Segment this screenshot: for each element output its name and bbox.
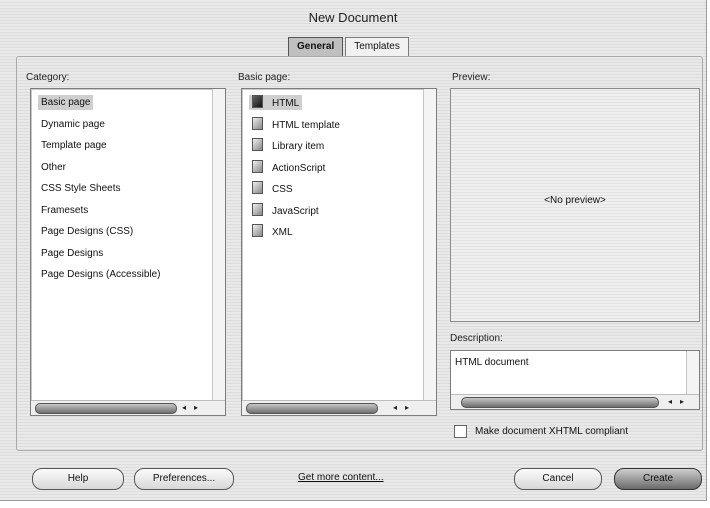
basic-page-scroll-left-arrow-icon[interactable]: ◂ [390, 402, 400, 413]
basic-page-item-css[interactable]: CSS [252, 181, 293, 196]
description-vertical-scrollbar[interactable] [686, 351, 699, 395]
basic-page-vertical-scrollbar[interactable] [423, 89, 436, 401]
description-box: HTML document ◂ ▸ [450, 350, 700, 410]
basic-page-item-label: Library item [272, 141, 325, 152]
tab-templates[interactable]: Templates [345, 37, 409, 57]
category-label: Category: [26, 72, 70, 83]
basic-page-item-javascript[interactable]: JavaScript [252, 203, 319, 218]
basic-page-item-label: XML [272, 227, 293, 238]
document-icon [252, 203, 263, 216]
basic-page-item-label: CSS [272, 184, 293, 195]
create-button[interactable]: Create [614, 468, 702, 490]
preview-pane: <No preview> [450, 88, 700, 322]
category-scroll-thumb[interactable] [35, 403, 177, 414]
basic-page-scroll-thumb[interactable] [246, 403, 378, 414]
xhtml-compliant-option[interactable]: Make document XHTML compliant [454, 425, 628, 438]
document-icon [252, 181, 263, 194]
basic-page-item-xml[interactable]: XML [252, 224, 293, 239]
category-item-page-designs-css[interactable]: Page Designs (CSS) [41, 224, 133, 239]
help-button[interactable]: Help [32, 468, 124, 490]
basic-page-item-actionscript[interactable]: ActionScript [252, 160, 325, 175]
basic-page-item-label: HTML [272, 98, 300, 109]
description-text: HTML document [455, 357, 529, 368]
document-icon [252, 224, 263, 237]
document-icon [252, 117, 263, 130]
xhtml-compliant-checkbox[interactable] [454, 425, 467, 438]
no-preview-text: <No preview> [544, 195, 606, 206]
cancel-button[interactable]: Cancel [514, 468, 602, 490]
category-item-template-page[interactable]: Template page [41, 138, 107, 153]
category-item-basic-page[interactable]: Basic page [38, 95, 94, 110]
basic-page-horizontal-scrollbar[interactable]: ◂ ▸ [242, 400, 436, 415]
dialog-title: New Document [308, 10, 398, 25]
basic-page-scroll-right-arrow-icon[interactable]: ▸ [402, 402, 412, 413]
basic-page-item-label: JavaScript [272, 206, 319, 217]
xhtml-compliant-label: Make document XHTML compliant [475, 426, 629, 437]
category-scroll-left-arrow-icon[interactable]: ◂ [179, 402, 189, 413]
category-item-page-designs-accessible[interactable]: Page Designs (Accessible) [41, 267, 161, 282]
description-label: Description: [450, 333, 503, 344]
basic-page-item-html-template[interactable]: HTML template [252, 117, 340, 132]
category-item-page-designs[interactable]: Page Designs [41, 246, 103, 261]
description-scroll-right-arrow-icon[interactable]: ▸ [677, 396, 687, 407]
category-item-dynamic-page[interactable]: Dynamic page [41, 117, 105, 132]
basic-page-item-label: ActionScript [272, 163, 326, 174]
basic-page-item-label: HTML template [272, 120, 340, 131]
basic-page-label: Basic page: [238, 72, 291, 83]
category-item-framesets[interactable]: Framesets [41, 203, 88, 218]
category-list[interactable]: Basic page Dynamic page Template page Ot… [30, 88, 226, 416]
basic-page-item-library-item[interactable]: Library item [252, 138, 324, 153]
basic-page-list[interactable]: HTML HTML template Library item ActionSc… [241, 88, 437, 416]
document-icon [252, 160, 263, 173]
basic-page-item-html[interactable]: HTML [249, 95, 303, 110]
category-item-css-style-sheets[interactable]: CSS Style Sheets [41, 181, 120, 196]
category-horizontal-scrollbar[interactable]: ◂ ▸ [31, 400, 225, 415]
tab-general[interactable]: General [288, 37, 344, 57]
description-scroll-thumb[interactable] [461, 397, 659, 408]
preferences-button[interactable]: Preferences... [134, 468, 234, 490]
category-scroll-right-arrow-icon[interactable]: ▸ [191, 402, 201, 413]
preview-label: Preview: [452, 72, 491, 83]
document-icon [252, 138, 263, 151]
tab-bar: General Templates [288, 37, 411, 57]
category-item-other[interactable]: Other [41, 160, 66, 175]
category-vertical-scrollbar[interactable] [212, 89, 225, 401]
get-more-content-link[interactable]: Get more content... [298, 472, 384, 483]
document-icon [252, 95, 263, 108]
new-document-dialog: New Document General Templates Category:… [0, 0, 707, 501]
description-horizontal-scrollbar[interactable]: ◂ ▸ [451, 394, 699, 409]
description-scroll-left-arrow-icon[interactable]: ◂ [665, 396, 675, 407]
